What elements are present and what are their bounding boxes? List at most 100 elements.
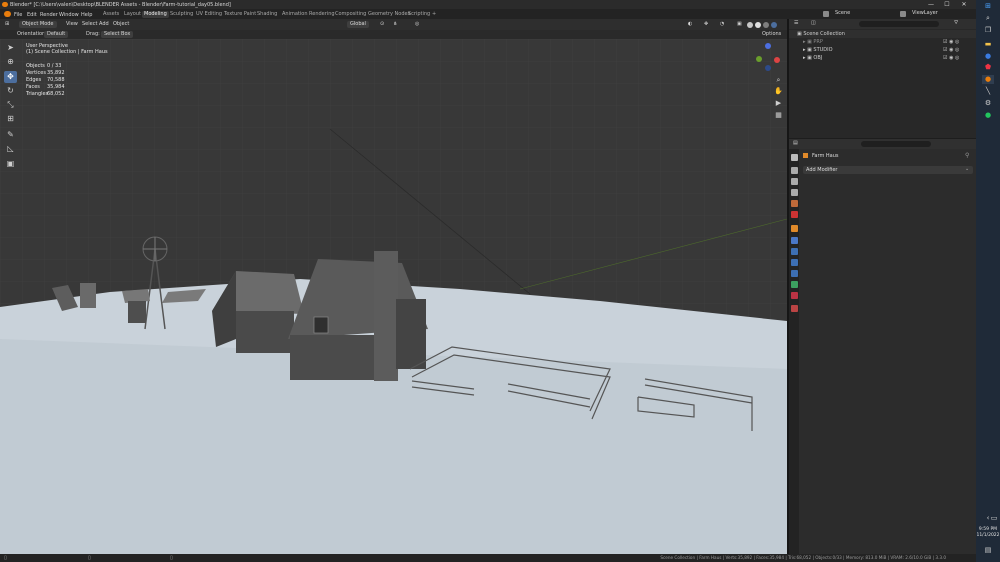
render-tab-icon[interactable] [791,167,798,174]
material-tab-icon[interactable] [791,292,798,299]
annotate-tool-icon[interactable]: ✎ [4,129,17,141]
menu-add[interactable]: Add [99,21,109,28]
pivot-point-icon[interactable]: ⊙ [380,21,384,28]
viewlayer-selector[interactable]: ViewLayer [912,10,938,17]
physics-tab-icon[interactable] [791,259,798,266]
outliner-row-scene-collection[interactable]: ▣ Scene Collection [797,30,845,38]
texture-tab-icon[interactable] [791,305,798,312]
menu-object[interactable]: Object [113,21,129,28]
close-button[interactable]: ✕ [959,1,969,8]
app-icon[interactable]: ⬟ [982,63,994,72]
proportional-edit-icon[interactable]: ◎ [415,21,419,28]
cursor-tool-icon[interactable]: ⊕ [4,56,17,68]
modifier-tab-icon[interactable] [791,237,798,244]
x-axis-icon[interactable] [774,57,780,63]
particles-tab-icon[interactable] [791,248,798,255]
edge-browser-icon[interactable]: ● [982,52,994,61]
select-tool-icon[interactable]: ➤ [4,42,17,54]
notifications-icon[interactable]: ▤ [982,546,994,555]
measure-tool-icon[interactable]: ◺ [4,143,17,155]
menu-window[interactable]: Window [59,12,79,18]
filter-icon[interactable]: ⛛ [954,20,958,27]
camera-view-icon[interactable]: ▶ [774,99,783,108]
constraints-tab-icon[interactable] [791,270,798,277]
rotate-tool-icon[interactable]: ↻ [4,85,17,97]
monitor-icon[interactable]: ▭ [988,514,1000,523]
visibility-checkbox-icon[interactable]: ☑ ◉ ◎ [943,47,959,53]
workspace-tab-assets[interactable]: Assets [101,11,121,18]
3d-viewport[interactable]: ➤ ⊕ ✥ ↻ ⤡ ⊞ ✎ ◺ ▣ ⌕ ✋ ▶ ▦ [0,39,787,554]
view-layer-tab-icon[interactable] [791,189,798,196]
search-icon[interactable]: ⌕ [982,14,994,23]
orientation-selector[interactable]: Default [44,31,69,38]
transform-tool-icon[interactable]: ⊞ [4,113,17,125]
menu-select[interactable]: Select [82,21,97,28]
z-axis-icon[interactable] [765,43,771,49]
add-workspace-button[interactable]: + [430,11,438,18]
app-icon[interactable]: ⚙ [982,99,994,108]
rendered-shading-icon[interactable] [771,22,777,28]
workspace-tab-modeling[interactable]: Modeling [142,11,169,18]
menu-file[interactable]: File [14,12,22,18]
perspective-toggle-icon[interactable]: ▦ [774,111,783,120]
visibility-checkbox-icon[interactable]: ☑ ◉ ◎ [943,39,959,45]
overlay-icon[interactable]: ◔ [720,21,724,28]
options-menu[interactable]: Options [762,31,781,38]
app-icon[interactable]: ╲ [982,87,994,96]
add-modifier-button[interactable]: Add Modifier ⌄ [803,166,973,174]
tool-tab-icon[interactable] [791,154,798,161]
data-tab-icon[interactable] [791,281,798,288]
minimize-button[interactable]: — [926,1,936,8]
menu-help[interactable]: Help [81,12,92,18]
gizmo-icon[interactable]: ✥ [704,21,708,28]
editor-type-icon[interactable]: ⊞ [5,21,9,28]
move-tool-icon[interactable]: ✥ [4,71,17,83]
workspace-tab-animation[interactable]: Animation [280,11,310,18]
outliner-editor-icon[interactable]: ☰ [794,20,798,27]
add-cube-tool-icon[interactable]: ▣ [4,158,17,170]
menu-render[interactable]: Render [40,12,58,18]
drag-selector[interactable]: Select Box [101,31,134,38]
workspace-tab-compositing[interactable]: Compositing [333,11,368,18]
pin-icon[interactable]: ⚲ [965,152,969,159]
outliner-row-obj[interactable]: ▸ ▣ OBJ [803,54,822,62]
scene-selector[interactable]: Scene [835,10,850,17]
workspace-tab-layout[interactable]: Layout [122,11,143,18]
snap-icon[interactable]: ⋔ [393,21,397,28]
scene-tab-icon[interactable] [791,200,798,207]
solid-shading-icon[interactable] [755,22,761,28]
system-clock[interactable]: 9:59 PM 11/1/2022 [976,527,1000,539]
blender-taskbar-icon[interactable]: ● [982,75,994,84]
scale-tool-icon[interactable]: ⤡ [4,99,17,111]
properties-search-input[interactable] [861,141,931,147]
object-name-field[interactable]: Farm Haus [812,153,839,159]
outliner-row-studio[interactable]: ▸ ▣ STUDIO [803,46,833,54]
workspace-tab-scripting[interactable]: Scripting [406,11,432,18]
display-mode-icon[interactable]: ◫ [811,20,816,27]
y-axis-icon[interactable] [756,56,762,62]
menu-edit[interactable]: Edit [27,12,37,18]
workspace-tab-uv-editing[interactable]: UV Editing [194,11,224,18]
outliner-row-prp[interactable]: ▸ ▣ PRP [803,38,823,46]
workspace-tab-sculpting[interactable]: Sculpting [168,11,195,18]
file-explorer-icon[interactable]: ▬ [982,40,994,49]
output-tab-icon[interactable] [791,178,798,185]
transform-orientation-selector[interactable]: Global [347,21,369,28]
world-tab-icon[interactable] [791,211,798,218]
object-tab-icon[interactable] [791,225,798,232]
outliner-search-input[interactable] [859,21,939,27]
properties-editor-icon[interactable]: ▤ [793,140,798,147]
neg-z-axis-icon[interactable] [765,65,771,71]
zoom-icon[interactable]: ⌕ [774,76,783,85]
visibility-icon[interactable]: ◐ [688,21,692,28]
spotify-icon[interactable]: ● [982,111,994,120]
wireframe-shading-icon[interactable] [747,22,753,28]
menu-view[interactable]: View [66,21,78,28]
navigation-gizmo[interactable] [754,43,782,71]
pan-hand-icon[interactable]: ✋ [774,87,783,96]
workspace-tab-texture-paint[interactable]: Texture Paint [222,11,258,18]
workspace-tab-shading[interactable]: Shading [255,11,279,18]
windows-start-icon[interactable]: ⊞ [982,2,994,11]
material-shading-icon[interactable] [763,22,769,28]
maximize-button[interactable]: ☐ [942,1,952,8]
